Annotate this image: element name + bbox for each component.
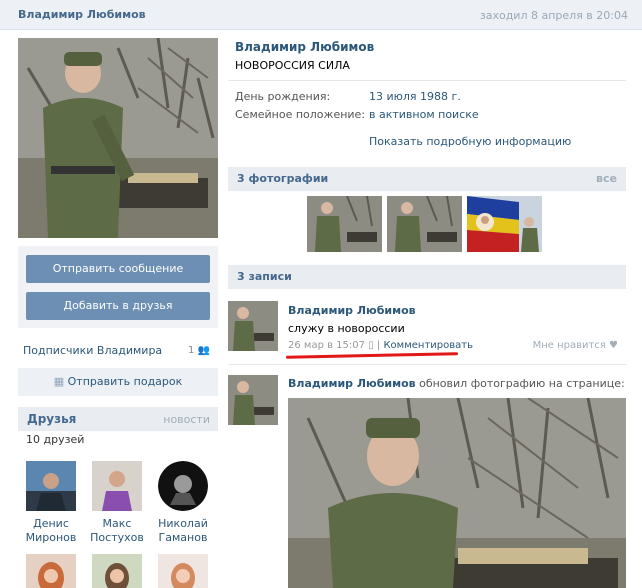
post-date[interactable]: 26 мар в 15:07 — [288, 340, 365, 351]
send-gift-button[interactable]: ▦ Отправить подарок — [18, 368, 218, 396]
friend-avatar[interactable] — [26, 461, 76, 511]
family-status-row: Семейное положение: в активном поиске — [235, 108, 479, 121]
friend-item[interactable]: Денис Миронов — [18, 461, 84, 545]
like-button[interactable]: Мне нравится ♥ — [533, 340, 618, 351]
post-author-avatar[interactable] — [228, 301, 278, 351]
comment-link[interactable]: Комментировать — [383, 340, 473, 351]
send-gift-label: Отправить подарок — [67, 375, 183, 388]
profile-divider — [228, 80, 626, 81]
friend-item[interactable]: Макс Постухов — [84, 461, 150, 545]
birthday-label: День рождения: — [235, 90, 331, 103]
friend-avatar[interactable] — [26, 554, 76, 588]
friends-title[interactable]: Друзья — [27, 412, 76, 426]
friend-avatar[interactable] — [158, 554, 208, 588]
photo-thumbnail[interactable] — [467, 196, 542, 252]
family-status-label: Семейное положение: — [235, 108, 366, 121]
add-friend-button[interactable]: Добавить в друзья — [26, 292, 210, 320]
post-action-text: обновил фотографию на странице: — [419, 377, 625, 390]
photos-all-link[interactable]: все — [596, 172, 617, 185]
friends-news-link[interactable]: новости — [163, 413, 210, 426]
friend-avatar[interactable] — [92, 554, 142, 588]
post-text: служу в новороссии — [288, 322, 405, 335]
people-icon: 👥 — [197, 345, 210, 356]
post-author-avatar[interactable] — [228, 375, 278, 425]
post-author-name[interactable]: Владимир Любимов — [288, 377, 416, 390]
subscribers-link[interactable]: Подписчики Владимира 1 👥 — [18, 336, 218, 364]
post-meta: 26 мар в 15:07 ▯ | Комментировать — [288, 340, 473, 351]
birthday-value[interactable]: 13 июля 1988 г. — [369, 90, 461, 103]
highlight-underline — [285, 352, 459, 359]
photo-thumbnail[interactable] — [307, 196, 382, 252]
subscribers-count: 1 👥 — [187, 345, 210, 356]
post-author-name[interactable]: Владимир Любимов — [288, 304, 416, 317]
post-photo[interactable] — [288, 398, 626, 588]
friend-name[interactable]: Денис Миронов — [18, 517, 84, 545]
posts-title[interactable]: 3 записи — [237, 270, 292, 283]
friend-item[interactable]: Николай Гаманов — [150, 461, 216, 545]
show-details-link[interactable]: Показать подробную информацию — [369, 135, 571, 148]
friend-item[interactable] — [18, 554, 84, 588]
like-label: Мне нравится — [532, 340, 606, 351]
last-seen-text: заходил 8 апреля в 20:04 — [479, 9, 628, 22]
profile-header-bar: Владимир Любимов заходил 8 апреля в 20:0… — [0, 0, 642, 30]
friends-header: Друзья новости — [18, 407, 218, 431]
friends-count: 10 друзей — [26, 433, 85, 446]
photos-title[interactable]: 3 фотографии — [237, 172, 328, 185]
heart-icon: ♥ — [609, 340, 618, 351]
birthday-row: День рождения: 13 июля 1988 г. — [235, 90, 461, 103]
profile-photo[interactable] — [18, 38, 218, 238]
photo-thumbnail[interactable] — [387, 196, 462, 252]
profile-name[interactable]: Владимир Любимов — [235, 40, 374, 54]
post-divider — [228, 364, 626, 365]
friend-item[interactable] — [150, 554, 216, 588]
profile-status: НОВОРОССИЯ СИЛА — [235, 59, 350, 72]
friend-item[interactable] — [84, 554, 150, 588]
family-status-value[interactable]: в активном поиске — [369, 108, 479, 121]
friend-name[interactable]: Макс Постухов — [84, 517, 150, 545]
phone-icon: ▯ — [368, 340, 374, 351]
photos-section-header: 3 фотографии все — [228, 167, 626, 191]
meta-separator: | — [376, 340, 381, 351]
subscribers-label: Подписчики Владимира — [23, 344, 163, 357]
friend-avatar[interactable] — [92, 461, 142, 511]
header-user-name[interactable]: Владимир Любимов — [18, 8, 146, 21]
post-photo-update-line: Владимир Любимов обновил фотографию на с… — [288, 377, 625, 390]
gift-icon: ▦ — [53, 375, 65, 388]
friend-avatar[interactable] — [158, 461, 208, 511]
posts-section-header: 3 записи — [228, 265, 626, 289]
friend-name[interactable]: Николай Гаманов — [150, 517, 216, 545]
send-message-button[interactable]: Отправить сообщение — [26, 255, 210, 283]
